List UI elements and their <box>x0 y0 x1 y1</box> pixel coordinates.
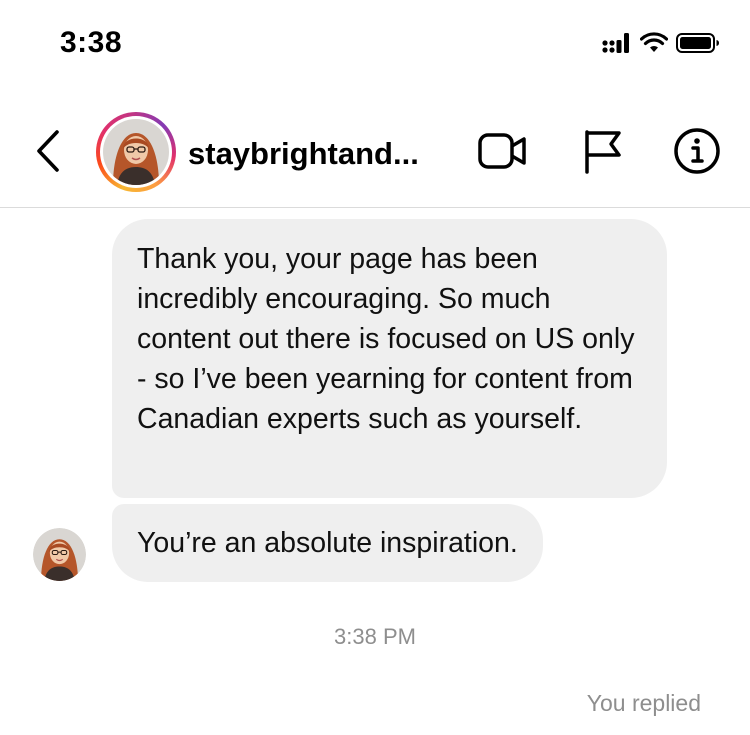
info-icon <box>673 127 721 180</box>
status-time: 3:38 <box>60 26 123 59</box>
status-bar: 3:38 <box>0 0 750 90</box>
sender-avatar[interactable] <box>33 528 86 581</box>
message-bubble[interactable]: You’re an absolute inspiration. <box>112 504 543 582</box>
reply-status: You replied <box>586 690 701 716</box>
report-button[interactable] <box>575 126 629 180</box>
signal-icon <box>602 32 632 59</box>
battery-icon <box>676 32 720 59</box>
flag-icon <box>580 128 624 179</box>
profile-photo <box>103 119 169 185</box>
message-timestamp: 3:38 PM <box>334 624 416 649</box>
chat-username[interactable]: staybrightand... <box>188 136 419 172</box>
video-call-icon <box>477 131 529 176</box>
status-icons <box>602 30 720 60</box>
header-divider <box>0 207 750 208</box>
video-call-button[interactable] <box>476 126 530 180</box>
wifi-icon <box>639 31 669 59</box>
chevron-left-icon <box>35 129 61 178</box>
back-button[interactable] <box>28 129 68 178</box>
header-avatar[interactable] <box>96 112 176 192</box>
info-button[interactable] <box>670 126 724 180</box>
profile-photo <box>33 528 86 581</box>
message-bubble[interactable]: Thank you, your page has been incredibly… <box>112 219 667 498</box>
chat-header: staybrightand... <box>0 100 750 207</box>
